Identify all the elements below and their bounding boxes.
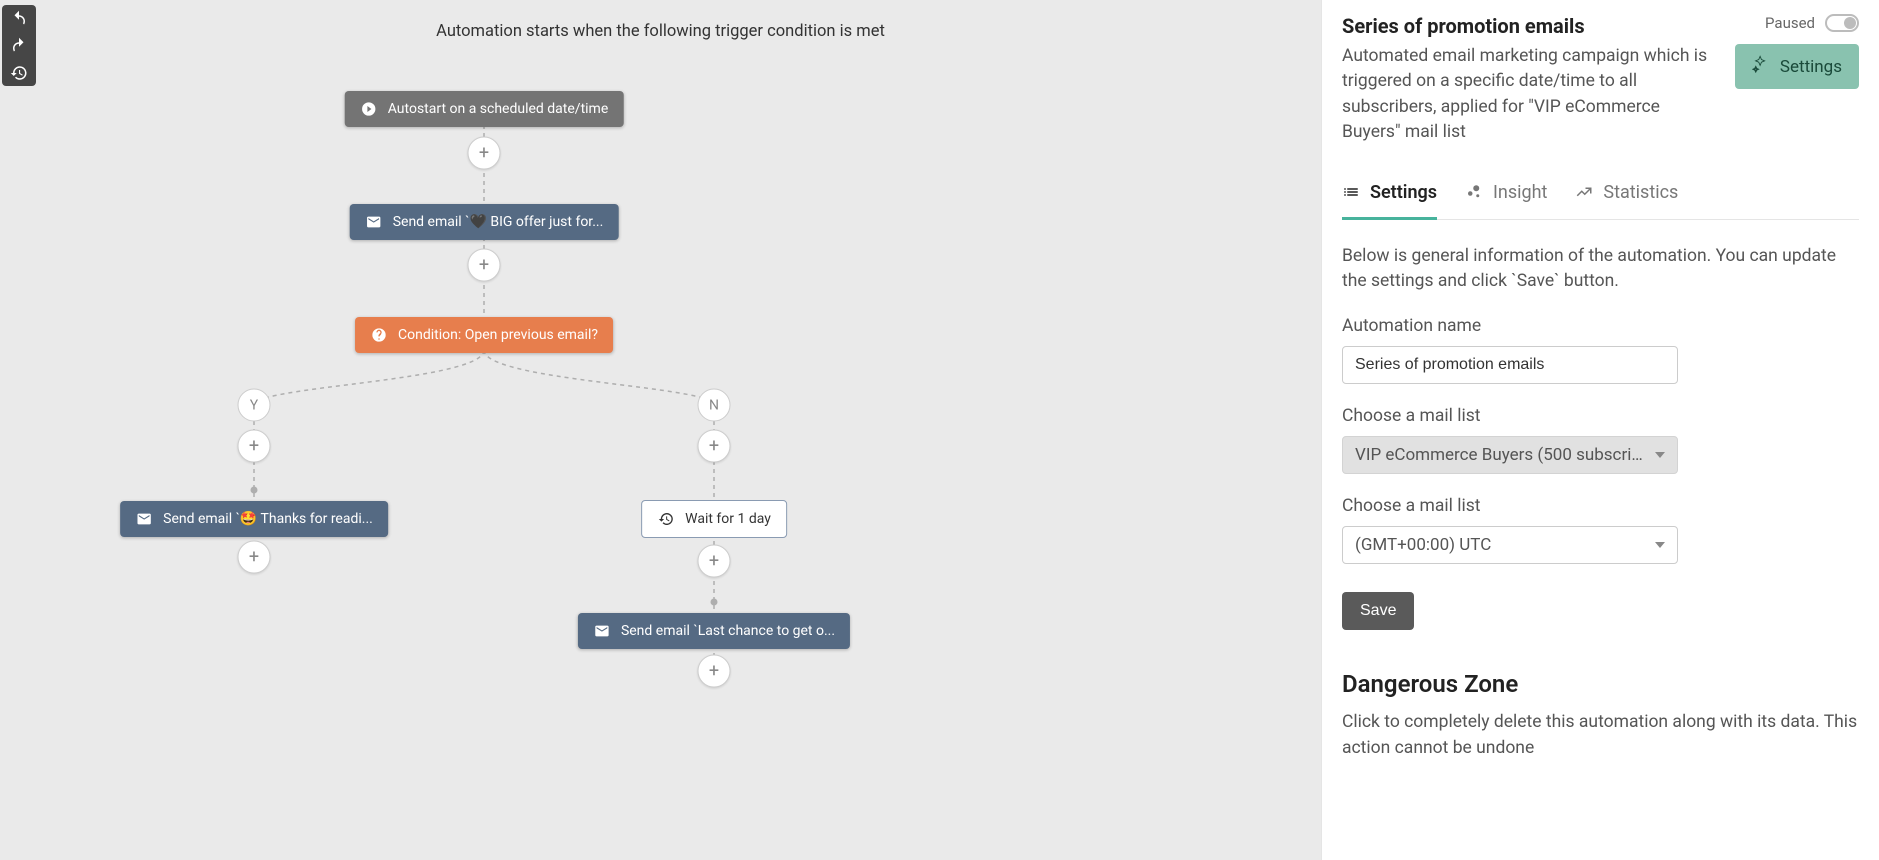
danger-zone-title: Dangerous Zone xyxy=(1342,670,1859,698)
list-icon xyxy=(1342,183,1360,201)
paused-label: Paused xyxy=(1765,14,1815,32)
email-node-1[interactable]: Send email `🖤 BIG offer just for... xyxy=(350,204,619,240)
danger-zone-text: Click to completely delete this automati… xyxy=(1342,710,1859,761)
automation-name-input[interactable] xyxy=(1342,346,1678,384)
history-toolbar xyxy=(2,5,36,86)
settings-button[interactable]: Settings xyxy=(1735,44,1859,89)
add-step-button[interactable]: + xyxy=(698,430,731,463)
undo-icon xyxy=(10,10,28,28)
timezone-value: (GMT+00:00) UTC xyxy=(1355,535,1645,555)
add-step-button[interactable]: + xyxy=(698,545,731,578)
condition-label: Condition: Open previous email? xyxy=(398,327,598,343)
branch-no: N xyxy=(698,389,731,422)
trigger-node[interactable]: Autostart on a scheduled date/time xyxy=(345,91,624,127)
play-circle-icon xyxy=(360,100,378,118)
panel-header: Series of promotion emails Paused xyxy=(1342,14,1859,38)
bubble-chart-icon xyxy=(1465,183,1483,201)
tab-settings[interactable]: Settings xyxy=(1342,174,1437,220)
envelope-icon xyxy=(135,510,153,528)
add-step-button[interactable]: + xyxy=(238,541,271,574)
trend-icon xyxy=(1575,183,1593,201)
envelope-icon xyxy=(593,622,611,640)
email-node-yes-label: Send email `🤩 Thanks for readi... xyxy=(163,511,373,527)
redo-icon xyxy=(10,37,28,55)
email-node-yes[interactable]: Send email `🤩 Thanks for readi... xyxy=(120,501,388,537)
save-button[interactable]: Save xyxy=(1342,592,1414,630)
settings-button-label: Settings xyxy=(1780,57,1842,77)
connector-dot xyxy=(251,487,258,494)
branch-yes: Y xyxy=(238,389,271,422)
tab-insight-label: Insight xyxy=(1493,182,1547,203)
wait-node-label: Wait for 1 day xyxy=(685,511,771,527)
trigger-label: Autostart on a scheduled date/time xyxy=(388,101,609,117)
envelope-icon xyxy=(365,213,383,231)
timezone-label: Choose a mail list xyxy=(1342,496,1859,516)
paused-status: Paused xyxy=(1765,14,1859,32)
maillist-value: VIP eCommerce Buyers (500 subscrib... xyxy=(1355,445,1645,465)
history-icon xyxy=(657,510,675,528)
add-step-button[interactable]: + xyxy=(238,430,271,463)
maillist-label: Choose a mail list xyxy=(1342,406,1859,426)
maillist-select[interactable]: VIP eCommerce Buyers (500 subscrib... xyxy=(1342,436,1678,474)
tab-settings-label: Settings xyxy=(1370,182,1437,203)
undo-button[interactable] xyxy=(2,5,36,32)
flow-container: Autostart on a scheduled date/time + Sen… xyxy=(0,41,1321,821)
panel-description: Automated email marketing campaign which… xyxy=(1342,44,1717,146)
redo-button[interactable] xyxy=(2,32,36,59)
tab-statistics-label: Statistics xyxy=(1603,182,1678,203)
history-button[interactable] xyxy=(2,59,36,86)
panel-title: Series of promotion emails xyxy=(1342,14,1585,38)
history-icon xyxy=(10,64,28,82)
add-step-button[interactable]: + xyxy=(468,137,501,170)
panel-info-text: Below is general information of the auto… xyxy=(1342,244,1859,295)
chevron-down-icon xyxy=(1655,542,1665,548)
add-step-button[interactable]: + xyxy=(468,249,501,282)
timezone-select[interactable]: (GMT+00:00) UTC xyxy=(1342,526,1678,564)
add-step-button[interactable]: + xyxy=(698,655,731,688)
email-node-1-label: Send email `🖤 BIG offer just for... xyxy=(393,214,604,230)
chevron-down-icon xyxy=(1655,452,1665,458)
flow-canvas[interactable]: Automation starts when the following tri… xyxy=(0,0,1321,860)
pause-toggle[interactable] xyxy=(1825,14,1859,32)
tab-statistics[interactable]: Statistics xyxy=(1575,174,1678,220)
tabs: Settings Insight Statistics xyxy=(1342,174,1859,220)
sparkle-icon xyxy=(1752,55,1770,78)
settings-panel: Series of promotion emails Paused Automa… xyxy=(1321,0,1879,860)
email-node-no[interactable]: Send email `Last chance to get o... xyxy=(578,613,850,649)
condition-node[interactable]: Condition: Open previous email? xyxy=(355,317,613,353)
email-node-no-label: Send email `Last chance to get o... xyxy=(621,623,835,639)
tab-insight[interactable]: Insight xyxy=(1465,174,1547,220)
wait-node[interactable]: Wait for 1 day xyxy=(641,500,787,538)
canvas-title: Automation starts when the following tri… xyxy=(0,22,1321,41)
connector-dot xyxy=(711,599,718,606)
question-circle-icon xyxy=(370,326,388,344)
automation-name-label: Automation name xyxy=(1342,316,1859,336)
